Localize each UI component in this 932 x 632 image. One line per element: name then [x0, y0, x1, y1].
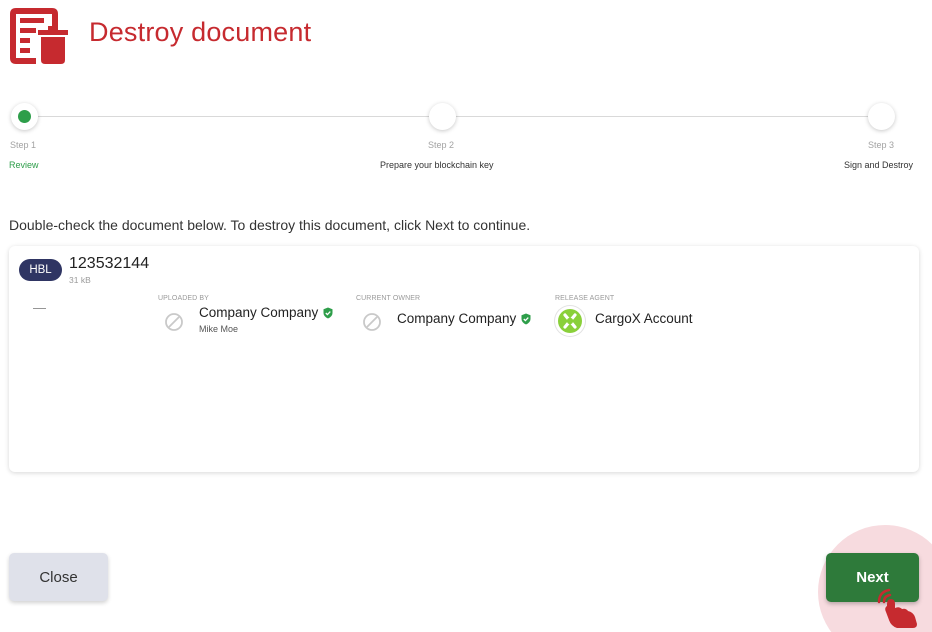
- current-owner-name: Company Company: [397, 311, 532, 326]
- document-card: HBL 123532144 31 kB — UPLOADED BY Compan…: [9, 246, 919, 472]
- document-placeholder: —: [33, 300, 46, 315]
- verified-check-icon: [323, 307, 333, 318]
- uploaded-by-user: Mike Moe: [199, 324, 239, 334]
- current-owner-caption: CURRENT OWNER: [356, 295, 421, 302]
- step-2-number: Step 2: [428, 140, 455, 150]
- step-1-indicator: [11, 103, 38, 130]
- page-title: Destroy document: [89, 17, 312, 47]
- stepper: Step 1 Review Step 2 Prepare your blockc…: [0, 100, 932, 180]
- cargox-logo-icon: [555, 306, 585, 336]
- step-1-label: Review: [9, 160, 39, 170]
- uploaded-by-section: UPLOADED BY Company Company Mike Moe: [158, 295, 333, 334]
- uploaded-by-name: Company Company: [199, 305, 334, 320]
- release-agent-section: RELEASE AGENT CargoX Account: [555, 295, 693, 336]
- release-agent-name: CargoX Account: [595, 311, 693, 326]
- step-3-label: Sign and Destroy: [844, 160, 914, 170]
- step-2-label: Prepare your blockchain key: [380, 160, 494, 170]
- release-agent-caption: RELEASE AGENT: [555, 295, 615, 302]
- document-id: 123532144: [69, 255, 150, 272]
- close-button[interactable]: Close: [9, 553, 108, 601]
- document-type-badge: HBL: [19, 259, 62, 281]
- step-2-indicator: [429, 103, 456, 130]
- document-trash-icon: [10, 8, 68, 64]
- uploaded-by-caption: UPLOADED BY: [158, 295, 209, 302]
- step-3-number: Step 3: [868, 140, 895, 150]
- verified-check-icon: [521, 313, 531, 324]
- hand-pointer-icon: [877, 588, 917, 628]
- current-owner-section: CURRENT OWNER Company Company: [356, 295, 531, 331]
- document-size: 31 kB: [69, 275, 91, 285]
- no-avatar-icon: [363, 313, 381, 331]
- instruction-text: Double-check the document below. To dest…: [9, 217, 531, 233]
- step-1-number: Step 1: [10, 140, 37, 150]
- current-owner-company: Company Company: [397, 311, 517, 326]
- step-3-indicator: [868, 103, 895, 130]
- no-avatar-icon: [165, 313, 183, 331]
- uploaded-by-company: Company Company: [199, 305, 319, 320]
